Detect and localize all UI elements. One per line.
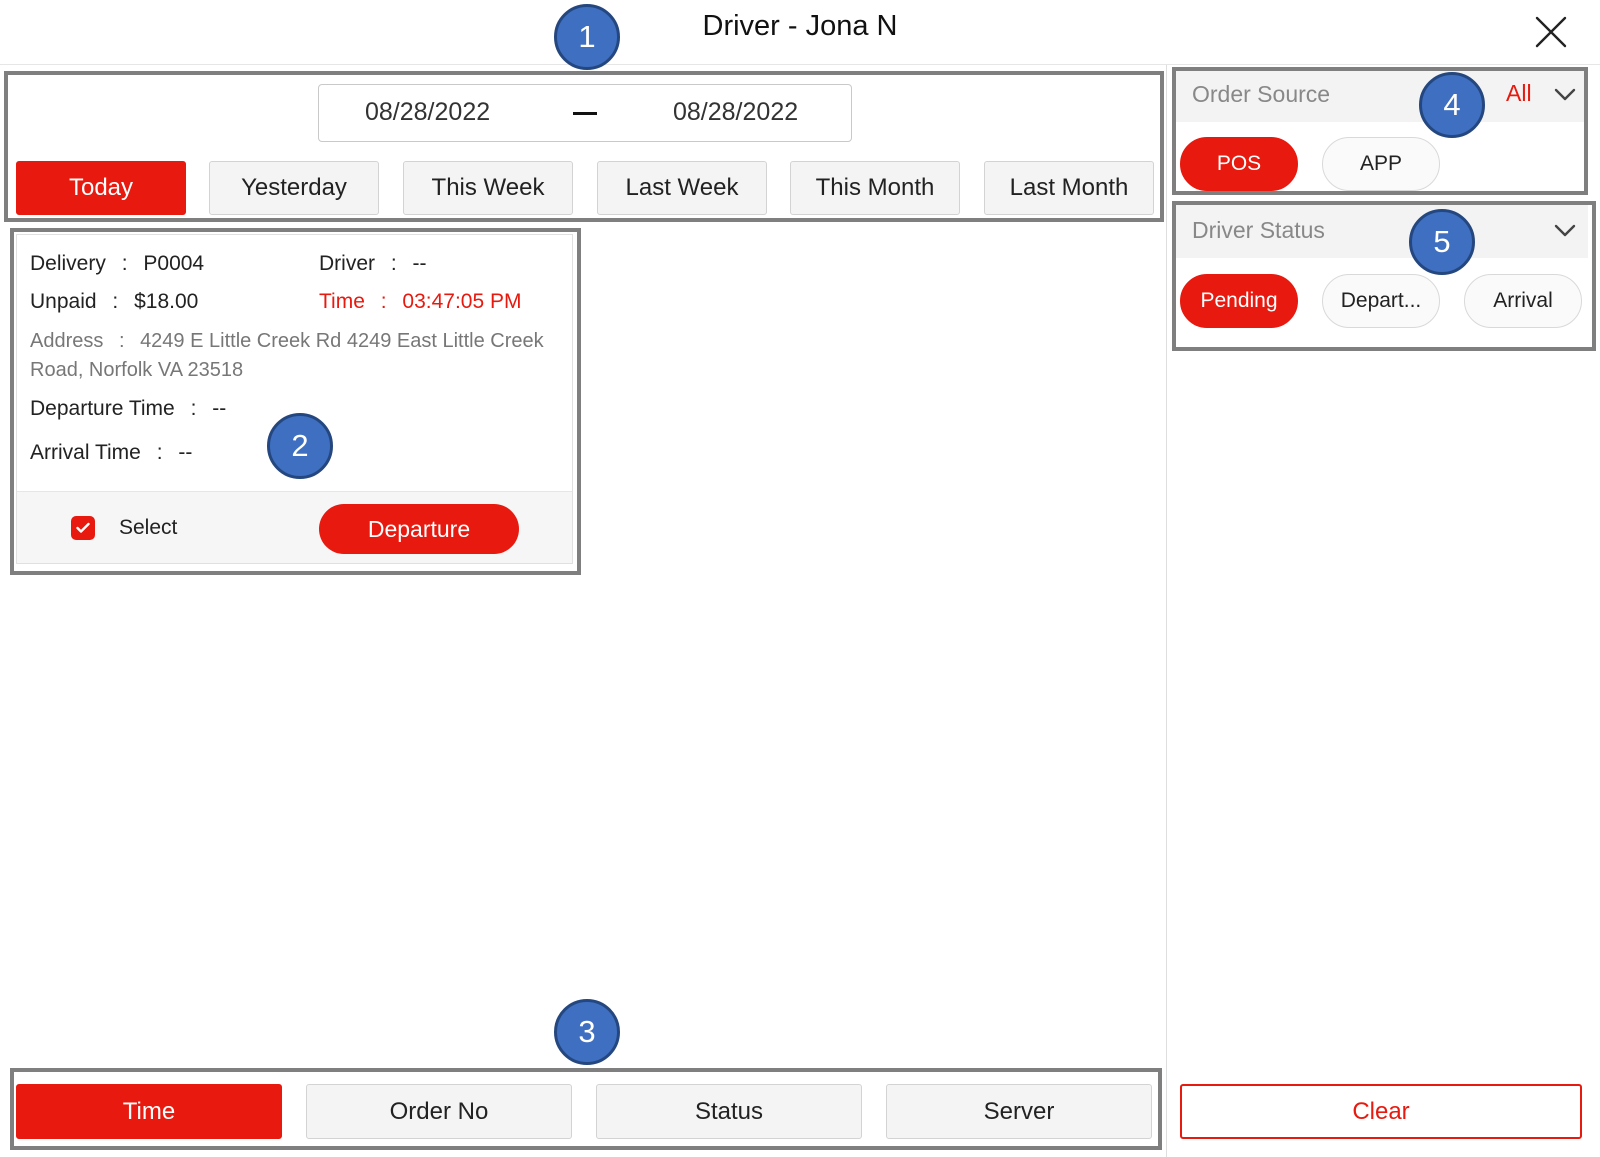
annotation-badge-2: 2: [267, 413, 333, 479]
departure-time-separator: :: [190, 397, 197, 420]
delivery-value: P0004: [143, 252, 205, 275]
end-date[interactable]: 08/28/2022: [673, 98, 798, 127]
annotation-badge-5: 5: [1409, 209, 1475, 275]
annotation-box-driver-status: [1172, 201, 1596, 351]
arrival-time-value: --: [178, 441, 193, 464]
sort-server-button[interactable]: Server: [886, 1084, 1152, 1139]
card-footer: Select Departure: [17, 491, 572, 563]
close-icon[interactable]: [1533, 14, 1569, 50]
departure-time-value: --: [212, 397, 227, 420]
delivery-row: Delivery : P0004: [30, 252, 204, 276]
annotation-box-order-source: [1172, 67, 1588, 195]
clear-button[interactable]: Clear: [1180, 1084, 1582, 1139]
annotation-badge-3: 3: [554, 999, 620, 1065]
date-separator: [573, 112, 597, 115]
delivery-separator: :: [121, 252, 128, 275]
select-label[interactable]: Select: [119, 516, 177, 540]
address-line-1: 4249 E Little Creek Rd 4249 East Little …: [140, 330, 544, 352]
address-line-2: Road, Norfolk VA 23518: [30, 359, 244, 381]
address-label: Address: [30, 330, 104, 352]
driver-row: Driver : --: [319, 252, 427, 276]
annotation-badge-1: 1: [554, 4, 620, 70]
time-separator: :: [380, 290, 387, 313]
select-checkbox[interactable]: [71, 516, 95, 540]
sort-status-button[interactable]: Status: [596, 1084, 862, 1139]
time-label: Time: [319, 290, 365, 313]
unpaid-value: $18.00: [134, 290, 199, 313]
unpaid-row: Unpaid : $18.00: [30, 290, 198, 314]
driver-separator: :: [390, 252, 397, 275]
header-divider: [0, 64, 1600, 65]
page-title: Driver - Jona N: [702, 10, 898, 42]
delivery-label: Delivery: [30, 252, 106, 275]
departure-button[interactable]: Departure: [319, 504, 519, 554]
time-row: Time : 03:47:05 PM: [319, 290, 522, 314]
sort-order-no-button[interactable]: Order No: [306, 1084, 572, 1139]
today-button[interactable]: Today: [16, 161, 186, 215]
departure-time-label: Departure Time: [30, 397, 175, 420]
annotation-badge-4: 4: [1419, 72, 1485, 138]
arrival-time-row: Arrival Time : --: [30, 441, 192, 465]
driver-value: --: [412, 252, 427, 275]
unpaid-label: Unpaid: [30, 290, 97, 313]
yesterday-button[interactable]: Yesterday: [209, 161, 379, 215]
time-value: 03:47:05 PM: [402, 290, 522, 313]
address-row: Address : 4249 E Little Creek Rd 4249 Ea…: [30, 330, 544, 353]
departure-time-row: Departure Time : --: [30, 397, 226, 421]
this-month-button[interactable]: This Month: [790, 161, 960, 215]
sort-time-button[interactable]: Time: [16, 1084, 282, 1139]
address-separator: :: [118, 330, 125, 352]
start-date[interactable]: 08/28/2022: [365, 98, 490, 127]
arrival-time-label: Arrival Time: [30, 441, 141, 464]
date-range-picker[interactable]: 08/28/2022 08/28/2022: [318, 84, 852, 142]
last-week-button[interactable]: Last Week: [597, 161, 767, 215]
arrival-time-separator: :: [156, 441, 163, 464]
last-month-button[interactable]: Last Month: [984, 161, 1154, 215]
driver-label: Driver: [319, 252, 375, 275]
delivery-card[interactable]: Delivery : P0004 Driver : -- Unpaid : $1…: [16, 234, 573, 564]
check-icon: [76, 522, 90, 533]
unpaid-separator: :: [112, 290, 119, 313]
this-week-button[interactable]: This Week: [403, 161, 573, 215]
panel-divider: [1166, 65, 1167, 1157]
